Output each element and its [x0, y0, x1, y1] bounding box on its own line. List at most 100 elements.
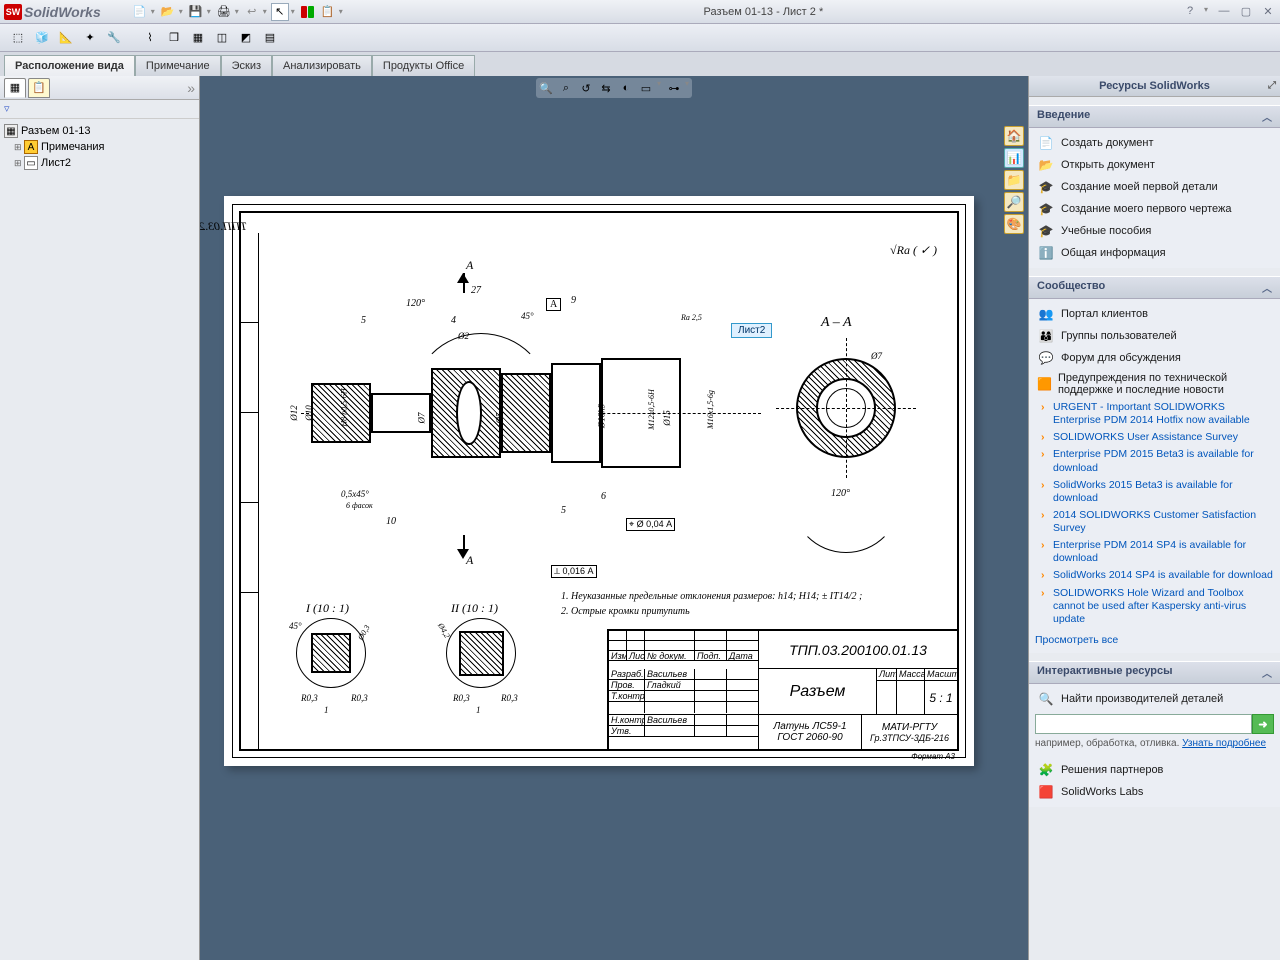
mfr-search-input[interactable]: [1035, 714, 1252, 734]
news-link[interactable]: SolidWorks 2015 Beta3 is available for d…: [1053, 477, 1274, 507]
rp-item[interactable]: 🎓Создание моей первой детали: [1035, 176, 1274, 198]
open-button[interactable]: 📂: [159, 3, 177, 21]
help-button[interactable]: ?: [1182, 5, 1198, 19]
tb-measure-icon[interactable]: 🔧: [104, 28, 124, 48]
learn-more-link[interactable]: Узнать подробнее: [1182, 738, 1266, 749]
tab-annotation[interactable]: Примечание: [135, 55, 221, 76]
filter-icon[interactable]: ▿: [4, 102, 20, 116]
tab-view-layout[interactable]: Расположение вида: [4, 55, 135, 76]
dim-phi10h9: Ø10h9: [596, 404, 606, 429]
maximize-button[interactable]: ▢: [1238, 5, 1254, 19]
tree-sheet[interactable]: ⊞ ▭ Лист2: [4, 155, 195, 171]
rebuild-button[interactable]: [299, 3, 317, 21]
dim-phi12: Ø12: [289, 405, 299, 421]
section-view-icon[interactable]: ⇆: [597, 79, 615, 97]
news-link[interactable]: SOLIDWORKS User Assistance Survey: [1053, 429, 1274, 446]
rp-title: Ресурсы SolidWorks ⤢: [1029, 76, 1280, 97]
rp-item[interactable]: 📄Создать документ: [1035, 132, 1274, 154]
drawing-canvas[interactable]: 🔍 ⌕ ↺ ⇆ ◐ ▭▾ ⊶▾ 🏠 📊 📁 🔎 🎨 ТПП.03.200100.…: [200, 76, 1028, 960]
pin-icon[interactable]: ⤢: [1268, 80, 1276, 91]
prev-view-icon[interactable]: ↺: [577, 79, 595, 97]
hide-show-icon[interactable]: ▭: [637, 79, 655, 97]
options-button[interactable]: 📋: [319, 3, 337, 21]
item-icon: 💬: [1037, 350, 1055, 366]
item-icon: 🟧: [1037, 376, 1052, 392]
dim-phi10: Ø10: [304, 405, 314, 421]
tb-row-nc: Н.контр.: [609, 715, 645, 725]
rp-section-intro[interactable]: Введение ︿: [1029, 105, 1280, 128]
item-icon: ℹ️: [1037, 245, 1055, 261]
item-label: Создание моего первого чертежа: [1061, 203, 1232, 215]
news-link[interactable]: URGENT - Important SOLIDWORKS Enterprise…: [1053, 399, 1274, 429]
tb-sheet-icon[interactable]: ▦: [188, 28, 208, 48]
tree-annotations[interactable]: ⊞ A Примечания: [4, 139, 195, 155]
rp-item[interactable]: 🧩Решения партнеров: [1035, 759, 1274, 781]
news-link[interactable]: Enterprise PDM 2015 Beta3 is available f…: [1053, 446, 1274, 476]
fm-tab-props[interactable]: 📋: [28, 78, 50, 98]
rp-item[interactable]: 🎓Создание моего первого чертежа: [1035, 198, 1274, 220]
taskpane-explorer-icon[interactable]: 🔎: [1004, 192, 1024, 212]
search-go-button[interactable]: ➜: [1252, 714, 1274, 734]
expand-icon[interactable]: ⊞: [14, 158, 24, 169]
tb-section-icon[interactable]: ◩: [236, 28, 256, 48]
print-button[interactable]: 🖨: [215, 3, 233, 21]
tb-feature-icon[interactable]: ❒: [164, 28, 184, 48]
tb-sketch-icon[interactable]: ⌇: [140, 28, 160, 48]
taskpane-palette-icon[interactable]: 🎨: [1004, 214, 1024, 234]
zoom-area-icon[interactable]: ⌕: [557, 79, 575, 97]
rp-item[interactable]: 📂Открыть документ: [1035, 154, 1274, 176]
select-button[interactable]: ↖: [271, 3, 289, 21]
close-button[interactable]: ✕: [1260, 5, 1276, 19]
new-button[interactable]: 📄: [131, 3, 149, 21]
news-link[interactable]: SOLIDWORKS Hole Wizard and Toolbox canno…: [1053, 585, 1274, 628]
tb-mate-icon[interactable]: ✦: [80, 28, 100, 48]
tab-evaluate[interactable]: Анализировать: [272, 55, 372, 76]
rp-item[interactable]: ℹ️Общая информация: [1035, 242, 1274, 264]
dim-1b: 1: [476, 705, 481, 715]
dim-6: 6: [601, 491, 606, 502]
expand-icon[interactable]: ⊞: [14, 142, 24, 153]
taskpane-library-icon[interactable]: 📁: [1004, 170, 1024, 190]
rp-item[interactable]: 💬Форум для обсуждения: [1035, 347, 1274, 369]
rp-item[interactable]: 👥Портал клиентов: [1035, 303, 1274, 325]
zoom-fit-icon[interactable]: 🔍: [537, 79, 555, 97]
app-view-icon[interactable]: ⊶: [665, 79, 683, 97]
news-link[interactable]: SolidWorks 2014 SP4 is available for dow…: [1053, 567, 1274, 584]
tab-sketch[interactable]: Эскиз: [221, 55, 272, 76]
tb-check-name: Гладкий: [645, 680, 695, 690]
fm-tab-tree[interactable]: ▦: [4, 78, 26, 98]
news-link[interactable]: 2014 SOLIDWORKS Customer Satisfaction Su…: [1053, 507, 1274, 537]
tb-hdr-list: Лист: [627, 651, 645, 660]
view-all-link[interactable]: Просмотреть все: [1035, 632, 1274, 649]
tb-table-icon[interactable]: ▤: [260, 28, 280, 48]
tb-drawing-icon[interactable]: 📐: [56, 28, 76, 48]
title-block: Изм.Лист№ докум.Подп.Дата ТПП.03.200100.…: [607, 629, 957, 749]
taskpane-resources-icon[interactable]: 📊: [1004, 148, 1024, 168]
rp-item[interactable]: 🟥SolidWorks Labs: [1035, 781, 1274, 803]
tab-office[interactable]: Продукты Office: [372, 55, 475, 76]
drawing-sheet[interactable]: ТПП.03.200100.01.13 √Ra ( ✓ ) Лист2 А А: [224, 196, 974, 766]
dim-r03c: R0,3: [301, 693, 318, 703]
news-link[interactable]: Enterprise PDM 2014 SP4 is available for…: [1053, 537, 1274, 567]
document-title: Разъем 01-13 - Лист 2 *: [345, 6, 1182, 18]
minimize-button[interactable]: —: [1216, 5, 1232, 19]
rp-section-resources[interactable]: Интерактивные ресурсы ︿: [1029, 661, 1280, 684]
save-button[interactable]: 💾: [187, 3, 205, 21]
rp-item[interactable]: 🎓Учебные пособия: [1035, 220, 1274, 242]
rp-section-community[interactable]: Сообщество ︿: [1029, 276, 1280, 299]
taskpane-home-icon[interactable]: 🏠: [1004, 126, 1024, 146]
display-style-icon[interactable]: ◐: [617, 79, 635, 97]
dim-45b: 45°: [289, 621, 302, 631]
panel-collapse-button[interactable]: »: [187, 80, 195, 96]
dim-9: 9: [571, 295, 576, 306]
tb-part-icon[interactable]: 🧊: [32, 28, 52, 48]
tb-assembly-icon[interactable]: ⬚: [8, 28, 28, 48]
rp-resources-title: Интерактивные ресурсы: [1037, 665, 1173, 680]
undo-button[interactable]: ↩: [243, 3, 261, 21]
tb-mass: Масса: [897, 669, 925, 680]
rp-item[interactable]: 🟧Предупреждения по технической поддержке…: [1035, 369, 1274, 399]
tb-view-icon[interactable]: ◫: [212, 28, 232, 48]
sheet-tag[interactable]: Лист2: [731, 323, 772, 338]
tree-root[interactable]: ▦ Разъем 01-13: [4, 123, 195, 139]
rp-item[interactable]: 👨‍👩‍👦Группы пользователей: [1035, 325, 1274, 347]
